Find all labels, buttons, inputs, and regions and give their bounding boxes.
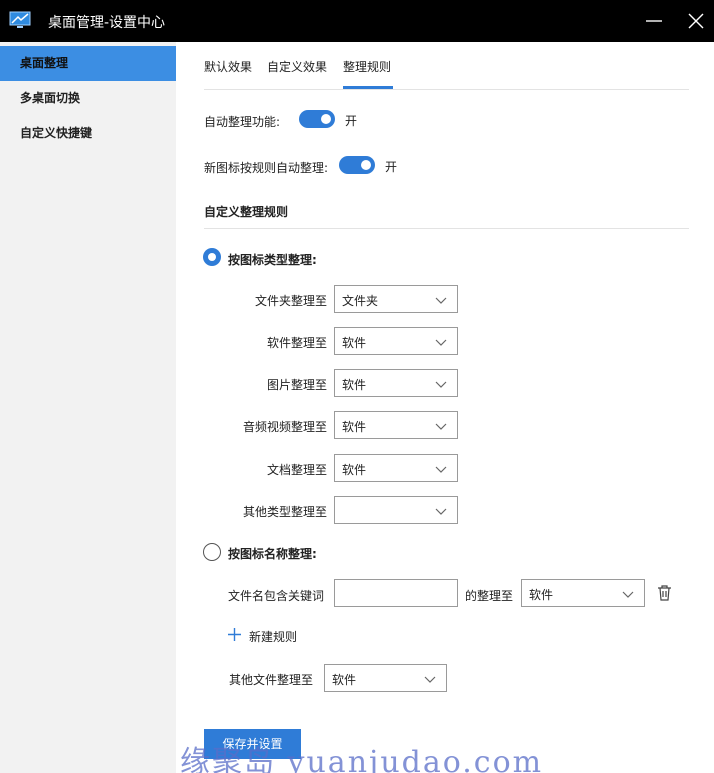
sidebar: 桌面整理 多桌面切换 自定义快捷键 xyxy=(0,42,176,773)
chevron-down-icon xyxy=(435,466,447,473)
sidebar-item-label: 自定义快捷键 xyxy=(20,126,93,140)
select-value: 文件夹 xyxy=(342,294,379,308)
tab-default-effect[interactable]: 默认效果 xyxy=(204,58,252,75)
media-target-select[interactable]: 软件 xyxy=(334,411,458,439)
by-type-radio[interactable] xyxy=(203,248,221,266)
tab-custom-effect[interactable]: 自定义效果 xyxy=(267,58,327,75)
document-target-label: 文档整理至 xyxy=(266,463,327,477)
title-bar: 桌面管理-设置中心 xyxy=(0,0,714,42)
select-value: 软件 xyxy=(342,378,367,392)
sidebar-item-shortcuts[interactable]: 自定义快捷键 xyxy=(0,116,176,151)
folder-target-select[interactable]: 文件夹 xyxy=(334,285,458,313)
close-icon[interactable] xyxy=(684,9,708,33)
auto-organize-toggle[interactable] xyxy=(299,110,335,128)
select-value: 软件 xyxy=(342,463,367,477)
chevron-down-icon xyxy=(435,423,447,430)
select-value: 软件 xyxy=(529,588,554,602)
media-target-label: 音频视频整理至 xyxy=(242,420,327,434)
custom-rules-heading: 自定义整理规则 xyxy=(204,205,289,219)
by-name-label: 按图标名称整理: xyxy=(228,547,317,561)
other-file-target-select[interactable]: 软件 xyxy=(324,664,447,692)
chevron-down-icon xyxy=(435,508,447,515)
sidebar-item-label: 多桌面切换 xyxy=(20,91,81,105)
image-target-label: 图片整理至 xyxy=(266,378,327,392)
sidebar-item-multi-desktop[interactable]: 多桌面切换 xyxy=(0,81,176,116)
document-target-select[interactable]: 软件 xyxy=(334,454,458,482)
window-title: 桌面管理-设置中心 xyxy=(48,15,166,31)
other-type-target-select[interactable] xyxy=(334,496,458,524)
select-value: 软件 xyxy=(332,673,357,687)
section-divider xyxy=(204,228,689,229)
keyword-target-select[interactable]: 软件 xyxy=(521,579,645,607)
by-name-radio[interactable] xyxy=(203,543,221,561)
new-icon-auto-state: 开 xyxy=(385,160,398,174)
chevron-down-icon xyxy=(435,381,447,388)
watermark: 缘聚岛 yuanjudao.com xyxy=(180,745,544,773)
image-target-select[interactable]: 软件 xyxy=(334,369,458,397)
chevron-down-icon xyxy=(435,339,447,346)
chevron-down-icon xyxy=(622,591,634,598)
trash-icon[interactable] xyxy=(656,584,673,602)
by-type-label: 按图标类型整理: xyxy=(228,253,317,267)
keyword-input[interactable] xyxy=(334,579,458,607)
sidebar-item-desktop-organize[interactable]: 桌面整理 xyxy=(0,46,176,81)
other-type-target-label: 其他类型整理至 xyxy=(242,505,327,519)
new-icon-auto-label: 新图标按规则自动整理: xyxy=(204,161,329,175)
keyword-target-label: 的整理至 xyxy=(465,589,514,603)
keyword-label: 文件名包含关键词 xyxy=(228,589,325,603)
other-file-target-label: 其他文件整理至 xyxy=(229,673,314,687)
sidebar-item-label: 桌面整理 xyxy=(20,56,69,70)
desktop-monitor-icon xyxy=(9,11,31,28)
plus-icon[interactable] xyxy=(227,627,242,642)
new-icon-auto-toggle[interactable] xyxy=(339,156,375,174)
minimize-icon[interactable] xyxy=(642,9,666,33)
software-target-label: 软件整理至 xyxy=(266,336,327,350)
tab-organize-rules[interactable]: 整理规则 xyxy=(343,58,391,75)
auto-organize-label: 自动整理功能: xyxy=(204,115,281,129)
tab-divider xyxy=(204,89,689,90)
auto-organize-state: 开 xyxy=(345,114,358,128)
chevron-down-icon xyxy=(424,676,436,683)
select-value: 软件 xyxy=(342,336,367,350)
select-value: 软件 xyxy=(342,420,367,434)
folder-target-label: 文件夹整理至 xyxy=(254,294,327,308)
software-target-select[interactable]: 软件 xyxy=(334,327,458,355)
add-rule-button[interactable]: 新建规则 xyxy=(249,628,297,645)
chevron-down-icon xyxy=(435,297,447,304)
